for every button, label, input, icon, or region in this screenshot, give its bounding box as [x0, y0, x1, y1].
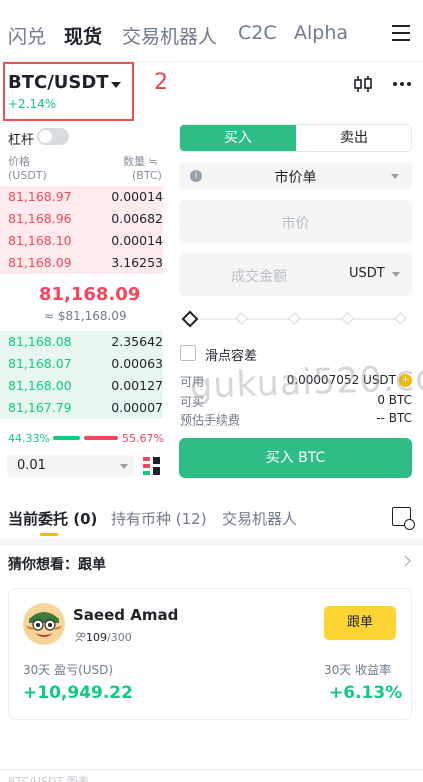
top-nav: 闪兑 现货 交易机器人 C2C Alpha: [0, 0, 423, 66]
price-header: 价格: [8, 155, 30, 168]
ask-price: 81,168.10: [8, 233, 72, 248]
section-separator: [0, 539, 423, 546]
divider: [0, 769, 423, 770]
roi-value: +6.13%: [329, 683, 403, 703]
tab-c2c[interactable]: C2C: [238, 22, 277, 44]
slider-step[interactable]: [341, 312, 354, 325]
chevron-right-icon[interactable]: [399, 555, 411, 567]
annotation-number: 2: [154, 70, 168, 95]
bid-price: 81,167.79: [8, 400, 72, 415]
fee-row: 预估手续费 -- BTC: [180, 411, 412, 427]
buy-ratio: 44.33%: [8, 432, 50, 445]
bid-row[interactable]: 81,168.08 2.35642: [0, 331, 163, 353]
ask-row[interactable]: 81,168.10 0.00014: [0, 230, 163, 252]
slippage-checkbox[interactable]: [180, 345, 196, 361]
tab-holdings[interactable]: 持有币种 (12): [111, 508, 207, 529]
bid-row[interactable]: 81,167.79 0.00007: [0, 397, 163, 419]
roi-label: 30天 收益率: [324, 663, 392, 677]
tab-alpha[interactable]: Alpha: [294, 22, 348, 44]
sell-ratio: 55.67%: [122, 432, 164, 445]
caret-down-icon: [120, 464, 128, 469]
menu-icon[interactable]: [392, 24, 410, 42]
last-price[interactable]: 81,168.09: [39, 284, 140, 305]
order-history-icon[interactable]: [392, 507, 415, 530]
ask-amount: 0.00682: [111, 211, 163, 226]
tab-trading-bots[interactable]: 交易机器人: [122, 22, 217, 49]
price-unit: (USDT): [8, 169, 47, 182]
follower-count: 109/300: [75, 631, 132, 644]
ask-amount: 0.00014: [111, 189, 163, 204]
avatar[interactable]: [23, 603, 65, 645]
caret-down-icon[interactable]: [392, 272, 400, 277]
bid-row[interactable]: 81,168.07 0.00063: [0, 353, 163, 375]
trader-name[interactable]: Saeed Amad: [73, 606, 178, 624]
active-tab-indicator: [40, 533, 58, 536]
bid-amount: 0.00007: [111, 400, 163, 415]
bid-price: 81,168.08: [8, 334, 72, 349]
bid-price: 81,168.00: [8, 378, 72, 393]
amount-unit-select[interactable]: USDT: [349, 266, 385, 281]
amount-header[interactable]: 数量 ≒: [123, 153, 158, 169]
slider-handle[interactable]: [181, 310, 199, 328]
slider-step[interactable]: [235, 312, 248, 325]
pair-selector[interactable]: BTC/USDT: [8, 72, 109, 93]
bid-amount: 0.00063: [111, 356, 163, 371]
chart-section-peek: BTC/USDT 图表: [8, 775, 89, 782]
tab-open-orders[interactable]: 当前委托 (0): [8, 508, 97, 529]
depth-value: 0.01: [17, 458, 46, 473]
buy-ratio-bar: [53, 436, 80, 440]
tab-sell[interactable]: 卖出: [296, 125, 411, 151]
slider-step[interactable]: [394, 312, 407, 325]
amount-unit: (BTC): [132, 169, 162, 182]
bid-row[interactable]: 81,168.00 0.00127: [0, 375, 163, 397]
pnl-value: +10,949.22: [23, 683, 133, 703]
ask-row[interactable]: 81,168.97 0.00014: [0, 186, 163, 208]
tab-spot[interactable]: 现货: [64, 22, 102, 49]
pnl-label: 30天 盈亏(USD): [23, 663, 114, 677]
side-tabs: 买入 卖出: [179, 124, 412, 152]
price-placeholder: 市价: [281, 216, 310, 232]
leverage-label: 杠杆: [8, 133, 35, 148]
avatar-image: [23, 603, 65, 645]
slider-step[interactable]: [288, 312, 301, 325]
slippage-label: 滑点容差: [205, 349, 258, 364]
candlestick-chart-icon[interactable]: [353, 75, 373, 93]
fee-value: -- BTC: [376, 411, 412, 425]
ask-amount: 3.16253: [111, 255, 163, 270]
ask-row[interactable]: 81,168.96 0.00682: [0, 208, 163, 230]
ask-amount: 0.00014: [111, 233, 163, 248]
order-type-select[interactable]: i 市价单: [179, 163, 412, 189]
watermark: gukuai520.com: [189, 357, 423, 407]
caret-down-icon: [391, 174, 399, 179]
sell-ratio-bar: [84, 436, 118, 440]
leverage-toggle[interactable]: [37, 128, 69, 145]
tab-convert[interactable]: 闪兑: [8, 22, 46, 49]
tab-buy[interactable]: 买入: [180, 125, 296, 151]
fee-label[interactable]: 预估手续费: [180, 411, 240, 428]
ask-price: 81,168.09: [8, 255, 72, 270]
caret-down-icon[interactable]: [111, 82, 121, 88]
ask-price: 81,168.97: [8, 189, 72, 204]
buy-btc-button[interactable]: 买入 BTC: [179, 438, 412, 478]
price-input[interactable]: 市价: [179, 200, 412, 243]
ask-row[interactable]: 81,168.09 3.16253: [0, 252, 163, 274]
recommend-title: 猜你想看：跟单: [8, 557, 106, 573]
more-icon[interactable]: [392, 82, 412, 87]
order-type-value: 市价单: [274, 170, 317, 186]
tab-bots[interactable]: 交易机器人: [222, 508, 297, 529]
ask-price: 81,168.96: [8, 211, 72, 226]
bid-amount: 0.00127: [111, 378, 163, 393]
pair-change: +2.14%: [8, 97, 57, 111]
orderbook-layout-icon[interactable]: [143, 457, 161, 475]
users-icon: [75, 632, 86, 642]
last-price-fiat: ≈ $81,168.09: [44, 309, 127, 323]
depth-precision-select[interactable]: 0.01: [7, 455, 134, 477]
copy-trade-button[interactable]: 跟单: [324, 606, 396, 640]
amount-placeholder: 成交金额: [231, 269, 287, 285]
bid-amount: 2.35642: [111, 334, 163, 349]
bid-price: 81,168.07: [8, 356, 72, 371]
